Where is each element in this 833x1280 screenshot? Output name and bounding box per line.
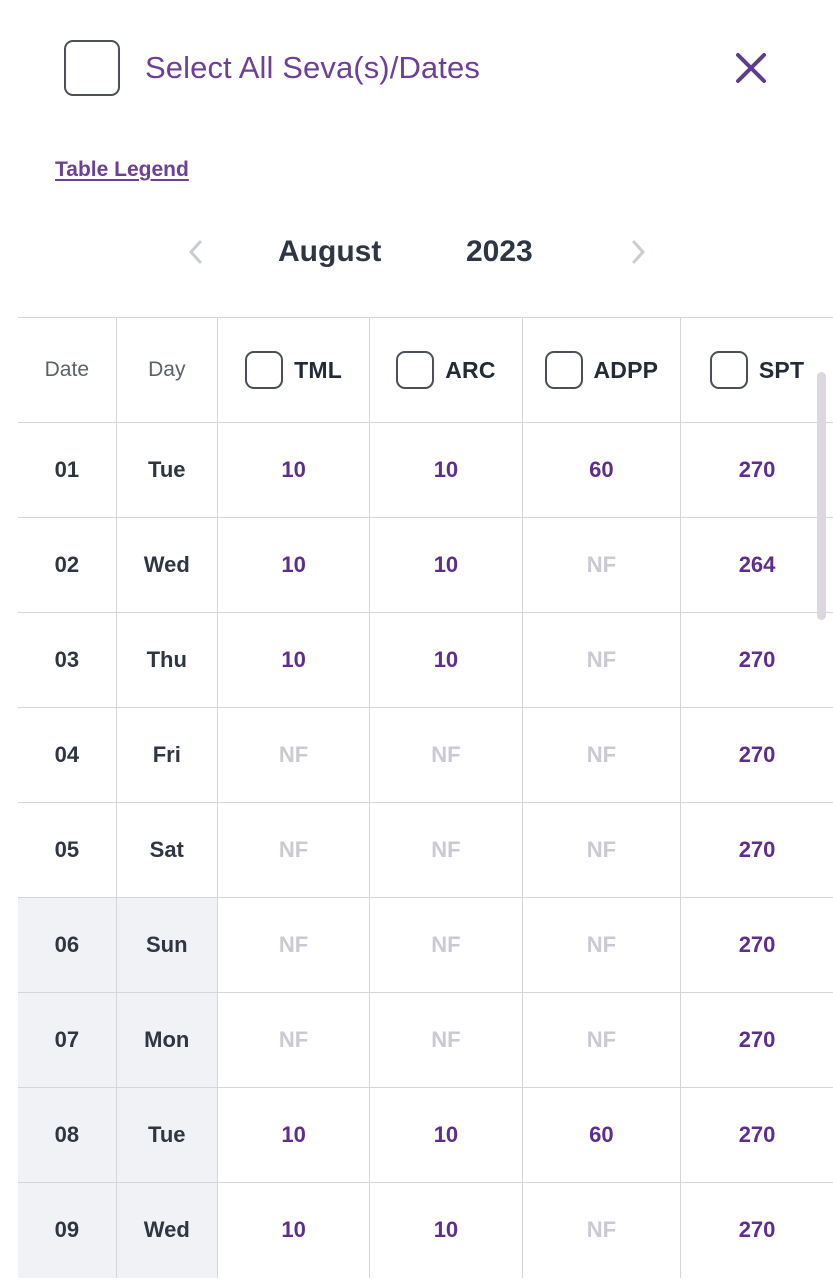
column-header-tml-label: TML: [294, 356, 342, 383]
select-all-label: Select All Seva(s)/Dates: [145, 50, 480, 85]
cell-day: Wed: [116, 1182, 218, 1278]
cell-tml[interactable]: 10: [217, 612, 371, 708]
table-row[interactable]: 08 Tue 10 10 60 270: [18, 1087, 833, 1183]
cell-day: Tue: [116, 1087, 218, 1183]
table-scrollbar-thumb[interactable]: [817, 372, 826, 620]
cell-spt[interactable]: 270: [680, 897, 833, 993]
cell-day: Sun: [116, 897, 218, 993]
cell-day: Fri: [116, 707, 218, 803]
table-row[interactable]: 06 Sun NF NF NF 270: [18, 897, 833, 993]
cell-date: 04: [18, 707, 117, 803]
cell-spt[interactable]: 270: [680, 1182, 833, 1278]
cell-date: 07: [18, 992, 117, 1088]
table-body: 01 Tue 10 10 60 270 02 Wed 10 10 NF 264 03 Thu 10 10 NF 2…: [18, 422, 833, 1278]
select-column-arc-checkbox[interactable]: [396, 351, 435, 389]
cell-tml: NF: [217, 802, 371, 898]
cell-tml[interactable]: 10: [217, 1182, 371, 1278]
table-row[interactable]: 03 Thu 10 10 NF 270: [18, 612, 833, 708]
cell-tml: NF: [217, 707, 371, 803]
cell-arc: NF: [369, 707, 523, 803]
cell-adpp[interactable]: 60: [522, 422, 682, 518]
cell-spt[interactable]: 270: [680, 992, 833, 1088]
table-legend-link[interactable]: Table Legend: [55, 158, 189, 182]
table-row[interactable]: 04 Fri NF NF NF 270: [18, 707, 833, 803]
cell-arc: NF: [369, 897, 523, 993]
cell-spt[interactable]: 270: [680, 802, 833, 898]
chevron-right-icon[interactable]: [618, 232, 658, 272]
chevron-left-icon[interactable]: [176, 232, 216, 272]
cell-arc[interactable]: 10: [369, 612, 523, 708]
column-header-day-label: Day: [148, 358, 186, 381]
seva-schedule-table-container[interactable]: Date Day TML ARC ADPP SPT 01 Tue 10 10 6…: [0, 317, 833, 1280]
cell-date: 02: [18, 517, 117, 613]
cell-tml: NF: [217, 992, 371, 1088]
cell-adpp: NF: [522, 897, 682, 993]
cell-day: Mon: [116, 992, 218, 1088]
cell-adpp: NF: [522, 1182, 682, 1278]
cell-day: Thu: [116, 612, 218, 708]
cell-spt[interactable]: 264: [680, 517, 833, 613]
select-column-spt-checkbox[interactable]: [709, 351, 748, 389]
cell-adpp: NF: [522, 707, 682, 803]
current-month-label: August: [278, 235, 382, 268]
cell-date: 03: [18, 612, 117, 708]
cell-spt[interactable]: 270: [680, 707, 833, 803]
column-header-spt-label: SPT: [758, 356, 805, 383]
column-header-date-label: Date: [44, 358, 89, 381]
select-column-tml-checkbox[interactable]: [245, 351, 284, 389]
cell-tml[interactable]: 10: [217, 1087, 371, 1183]
cell-tml[interactable]: 10: [217, 517, 371, 613]
cell-day: Wed: [116, 517, 218, 613]
cell-arc[interactable]: 10: [369, 1087, 523, 1183]
column-header-arc-label: ARC: [445, 356, 496, 383]
column-header-adpp: ADPP: [522, 317, 682, 423]
seva-schedule-table: Date Day TML ARC ADPP SPT 01 Tue 10 10 6…: [18, 317, 833, 1278]
cell-adpp: NF: [522, 992, 682, 1088]
table-header: Date Day TML ARC ADPP SPT: [18, 317, 833, 423]
cell-date: 08: [18, 1087, 117, 1183]
column-header-adpp-label: ADPP: [593, 356, 659, 383]
cell-adpp: NF: [522, 802, 682, 898]
cell-date: 06: [18, 897, 117, 993]
close-icon[interactable]: [729, 46, 773, 90]
current-year-label: 2023: [466, 235, 533, 268]
column-header-tml: TML: [217, 317, 371, 423]
table-header-row: Date Day TML ARC ADPP SPT: [18, 317, 833, 423]
cell-arc[interactable]: 10: [369, 422, 523, 518]
cell-arc: NF: [369, 992, 523, 1088]
cell-date: 09: [18, 1182, 117, 1278]
cell-tml[interactable]: 10: [217, 422, 371, 518]
table-row[interactable]: 05 Sat NF NF NF 270: [18, 802, 833, 898]
table-row[interactable]: 09 Wed 10 10 NF 270: [18, 1182, 833, 1278]
cell-tml: NF: [217, 897, 371, 993]
dialog-header: Select All Seva(s)/Dates: [0, 0, 833, 132]
cell-day: Tue: [116, 422, 218, 518]
column-header-spt: SPT: [680, 317, 833, 423]
month-navigation: August 2023: [0, 222, 833, 282]
cell-day: Sat: [116, 802, 218, 898]
column-header-date: Date: [18, 317, 117, 423]
table-row[interactable]: 02 Wed 10 10 NF 264: [18, 517, 833, 613]
select-all-checkbox[interactable]: [64, 40, 120, 96]
table-row[interactable]: 07 Mon NF NF NF 270: [18, 992, 833, 1088]
cell-spt[interactable]: 270: [680, 422, 833, 518]
cell-arc[interactable]: 10: [369, 1182, 523, 1278]
cell-adpp[interactable]: 60: [522, 1087, 682, 1183]
table-row[interactable]: 01 Tue 10 10 60 270: [18, 422, 833, 518]
cell-arc[interactable]: 10: [369, 517, 523, 613]
column-header-arc: ARC: [369, 317, 523, 423]
column-header-day: Day: [116, 317, 218, 423]
cell-adpp: NF: [522, 517, 682, 613]
cell-spt[interactable]: 270: [680, 612, 833, 708]
seva-date-selection-dialog: Select All Seva(s)/Dates Table Legend Au…: [0, 0, 833, 1280]
cell-arc: NF: [369, 802, 523, 898]
cell-date: 05: [18, 802, 117, 898]
select-column-adpp-checkbox[interactable]: [544, 351, 583, 389]
cell-adpp: NF: [522, 612, 682, 708]
cell-spt[interactable]: 270: [680, 1087, 833, 1183]
cell-date: 01: [18, 422, 117, 518]
